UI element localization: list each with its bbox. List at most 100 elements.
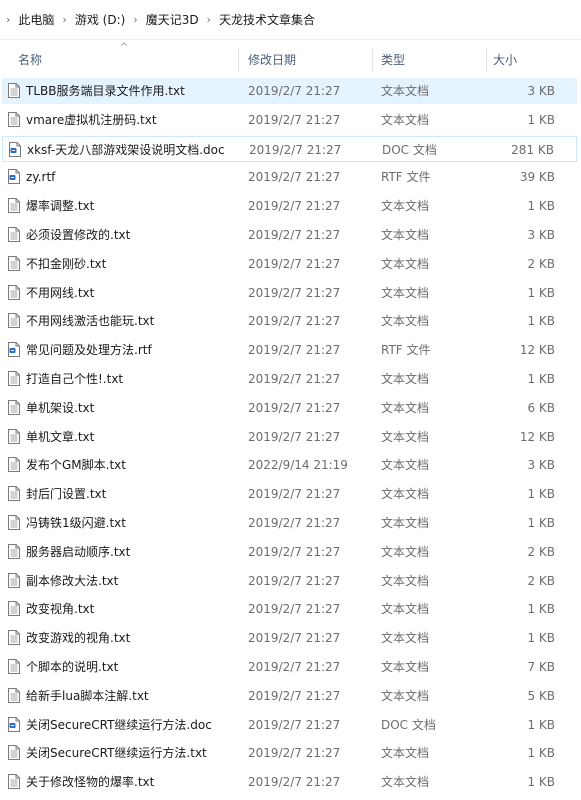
- file-name: vmare虚拟机注册码.txt: [26, 112, 157, 127]
- breadcrumb-item[interactable]: 天龙技术文章集合: [219, 11, 315, 28]
- file-date: 2019/2/7 21:27: [248, 84, 341, 98]
- file-size: 12 KB: [519, 343, 555, 358]
- column-type-header[interactable]: 类型: [381, 44, 405, 76]
- text-file-icon: [8, 601, 20, 617]
- chevron-right-icon[interactable]: ›: [6, 13, 10, 26]
- file-size: 5 KB: [527, 688, 555, 703]
- file-row[interactable]: 冯铸铁1级闪避.txt 2019/2/7 21:27 文本文档 1 KB: [2, 510, 577, 536]
- text-file-icon: [8, 486, 20, 502]
- file-row[interactable]: 改变视角.txt 2019/2/7 21:27 文本文档 1 KB: [2, 596, 577, 622]
- file-date: 2019/2/7 21:27: [248, 573, 341, 588]
- doc-file-icon: [8, 169, 20, 185]
- file-name: 服务器启动顺序.txt: [26, 544, 131, 559]
- chevron-right-icon[interactable]: ›: [133, 13, 137, 26]
- breadcrumb-item[interactable]: 魔天记3D: [146, 11, 199, 28]
- file-type: 文本文档: [381, 372, 430, 386]
- text-file-icon: [8, 630, 20, 646]
- file-row[interactable]: zy.rtf 2019/2/7 21:27 RTF 文件 39 KB: [2, 164, 577, 190]
- file-name: 常见问题及处理方法.rtf: [26, 343, 152, 358]
- breadcrumb-item[interactable]: 游戏 (D:): [75, 11, 125, 28]
- file-row[interactable]: 副本修改大法.txt 2019/2/7 21:27 文本文档 2 KB: [2, 568, 577, 594]
- file-row[interactable]: vmare虚拟机注册码.txt 2019/2/7 21:27 文本文档 1 KB: [2, 107, 577, 133]
- chevron-right-icon[interactable]: ›: [62, 13, 66, 26]
- breadcrumb-item[interactable]: 此电脑: [18, 11, 54, 28]
- file-date: 2019/2/7 21:27: [249, 142, 342, 157]
- text-file-icon: [8, 371, 20, 386]
- file-name: 个脚本的说明.txt: [26, 660, 119, 674]
- file-type: 文本文档: [381, 256, 430, 271]
- file-name: 不扣金刚砂.txt: [26, 256, 107, 271]
- file-name: 关闭SecureCRT继续运行方法.txt: [26, 746, 207, 761]
- file-type: 文本文档: [381, 631, 430, 646]
- file-size: 1 KB: [527, 631, 555, 646]
- file-type: 文本文档: [381, 429, 430, 444]
- file-row[interactable]: 给新手lua脚本注解.txt 2019/2/7 21:27 文本文档 5 KB: [2, 683, 577, 709]
- sort-ascending-icon: ^: [120, 42, 129, 53]
- text-file-icon: [8, 687, 20, 703]
- text-file-icon: [8, 399, 20, 415]
- file-type: RTF 文件: [381, 343, 431, 358]
- text-file-icon: [8, 543, 20, 559]
- file-row[interactable]: 关于修改怪物的爆率.txt 2019/2/7 21:27 文本文档 1 KB: [2, 769, 577, 795]
- file-row[interactable]: 封后门设置.txt 2019/2/7 21:27 文本文档 1 KB: [2, 481, 577, 507]
- file-row[interactable]: 打造自己个性!.txt 2019/2/7 21:27 文本文档 1 KB: [2, 366, 577, 392]
- file-date: 2019/2/7 21:27: [248, 228, 341, 242]
- file-date: 2019/2/7 21:27: [248, 631, 341, 646]
- file-size: 3 KB: [527, 458, 555, 473]
- file-row[interactable]: xksf-天龙八部游戏架设说明文档.doc 2019/2/7 21:27 DOC 文…: [2, 135, 577, 162]
- file-date: 2019/2/7 21:27: [248, 170, 341, 185]
- file-name: xksf-天龙八部游戏架设说明文档.doc: [27, 142, 225, 157]
- file-row[interactable]: 常见问题及处理方法.rtf 2019/2/7 21:27 RTF 文件 12 KB: [2, 337, 577, 363]
- file-row[interactable]: 不扣金刚砂.txt 2019/2/7 21:27 文本文档 2 KB: [2, 251, 577, 277]
- text-file-icon: [8, 428, 20, 444]
- file-row[interactable]: 发布个GM脚本.txt 2022/9/14 21:19 文本文档 3 KB: [2, 452, 577, 478]
- column-name-header[interactable]: 名称: [18, 44, 42, 76]
- file-type: 文本文档: [381, 602, 430, 617]
- column-divider[interactable]: [486, 48, 487, 72]
- file-type: 文本文档: [381, 746, 430, 761]
- file-type: 文本文档: [381, 84, 430, 98]
- file-type: 文本文档: [381, 775, 430, 790]
- file-row[interactable]: 个脚本的说明.txt 2019/2/7 21:27 文本文档 7 KB: [2, 654, 577, 680]
- file-date: 2019/2/7 21:27: [248, 256, 341, 271]
- text-file-icon: [8, 111, 20, 127]
- file-type: DOC 文档: [382, 142, 437, 157]
- file-row[interactable]: 单机文章.txt 2019/2/7 21:27 文本文档 12 KB: [2, 424, 577, 450]
- column-header: 名称 ^ 修改日期 类型 大小: [0, 42, 581, 76]
- file-date: 2019/2/7 21:27: [248, 487, 341, 502]
- file-row[interactable]: 不用网线.txt 2019/2/7 21:27 文本文档 1 KB: [2, 280, 577, 306]
- file-type: RTF 文件: [381, 170, 431, 185]
- file-row[interactable]: 必须设置修改的.txt 2019/2/7 21:27 文本文档 3 KB: [2, 222, 577, 248]
- file-size: 1 KB: [527, 314, 555, 329]
- file-type: 文本文档: [381, 400, 430, 415]
- file-row[interactable]: 改变游戏的视角.txt 2019/2/7 21:27 文本文档 1 KB: [2, 625, 577, 651]
- file-type: 文本文档: [381, 285, 430, 300]
- file-name: 单机文章.txt: [26, 429, 95, 444]
- file-type: DOC 文档: [381, 717, 436, 732]
- file-date: 2019/2/7 21:27: [248, 516, 341, 530]
- text-file-icon: [8, 255, 20, 271]
- file-row[interactable]: 爆率调整.txt 2019/2/7 21:27 文本文档 1 KB: [2, 193, 577, 219]
- file-size: 1 KB: [527, 516, 555, 530]
- chevron-right-icon[interactable]: ›: [207, 13, 211, 26]
- file-row[interactable]: 不用网线激活也能玩.txt 2019/2/7 21:27 文本文档 1 KB: [2, 308, 577, 334]
- file-row[interactable]: 关闭SecureCRT继续运行方法.doc 2019/2/7 21:27 DOC 文…: [2, 712, 577, 738]
- file-name: 改变视角.txt: [26, 602, 95, 617]
- file-row[interactable]: 服务器启动顺序.txt 2019/2/7 21:27 文本文档 2 KB: [2, 539, 577, 565]
- column-divider[interactable]: [238, 48, 239, 72]
- file-date: 2019/2/7 21:27: [248, 660, 341, 674]
- file-type: 文本文档: [381, 487, 430, 502]
- file-row[interactable]: 单机架设.txt 2019/2/7 21:27 文本文档 6 KB: [2, 395, 577, 421]
- column-size-header[interactable]: 大小: [493, 44, 517, 76]
- column-date-header[interactable]: 修改日期: [248, 44, 296, 76]
- file-size: 1 KB: [527, 602, 555, 617]
- file-name: 冯铸铁1级闪避.txt: [26, 516, 126, 530]
- file-size: 12 KB: [519, 429, 555, 444]
- file-row[interactable]: TLBB服务端目录文件作用.txt 2019/2/7 21:27 文本文档 3 KB: [2, 78, 577, 104]
- text-file-icon: [8, 515, 20, 530]
- text-file-icon: [8, 659, 20, 674]
- file-name: 给新手lua脚本注解.txt: [26, 688, 149, 703]
- doc-file-icon: [9, 141, 21, 157]
- column-divider[interactable]: [372, 48, 373, 72]
- file-row[interactable]: 关闭SecureCRT继续运行方法.txt 2019/2/7 21:27 文本文档 1…: [2, 740, 577, 766]
